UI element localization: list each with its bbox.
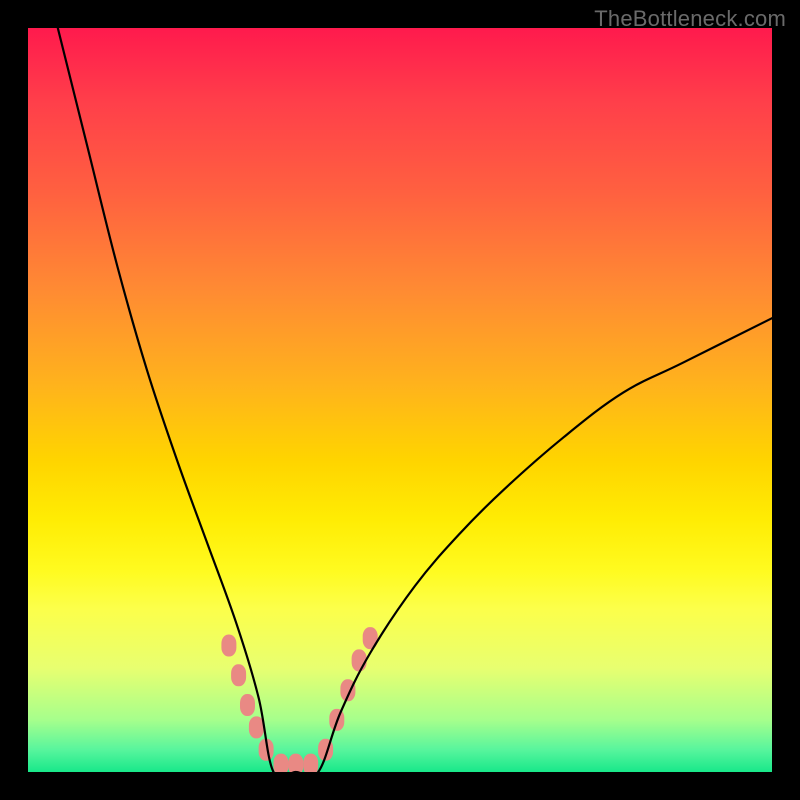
highlight-marker (274, 754, 289, 772)
chart-frame: TheBottleneck.com (0, 0, 800, 800)
bottleneck-curve (58, 28, 772, 772)
highlight-marker (352, 649, 367, 671)
watermark-text: TheBottleneck.com (594, 6, 786, 32)
plot-area (28, 28, 772, 772)
highlight-marker (240, 694, 255, 716)
highlight-marker (303, 754, 318, 772)
highlight-marker (221, 635, 236, 657)
highlight-marker (231, 664, 246, 686)
curve-layer (28, 28, 772, 772)
highlight-marker (288, 754, 303, 772)
highlight-marker (249, 716, 264, 738)
